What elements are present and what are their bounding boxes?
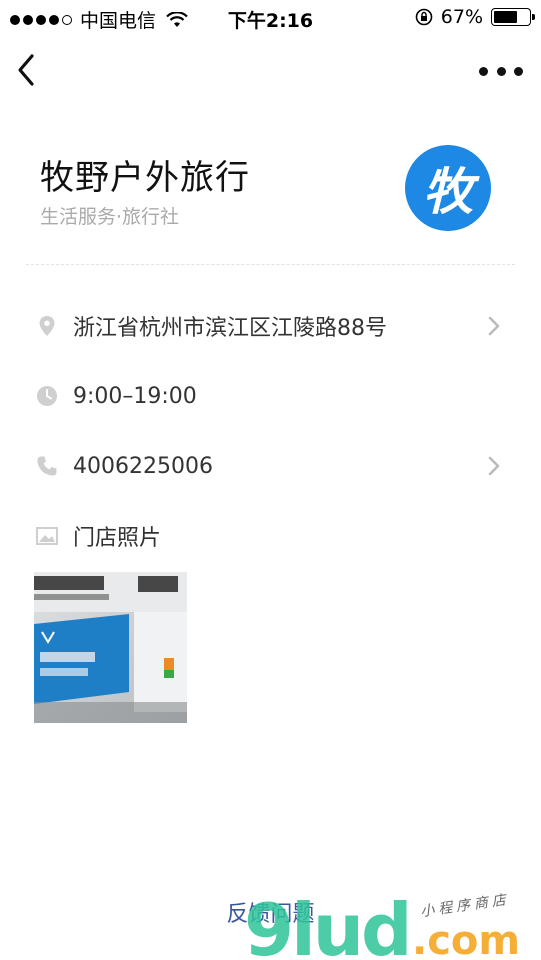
phone-row[interactable]: 4006225006 (0, 441, 541, 491)
battery-fill (494, 11, 517, 23)
clock-icon (37, 386, 57, 406)
battery-percent: 67% (440, 6, 483, 28)
photos-label: 门店照片 (73, 526, 162, 551)
nav-bar (0, 36, 541, 106)
watermark-domain: .com (412, 918, 521, 960)
location-pin-icon (39, 316, 55, 336)
status-right: 67% (415, 6, 535, 28)
shop-category: 生活服务·旅行社 (40, 206, 180, 228)
chevron-right-icon (488, 316, 500, 336)
phone-text: 4006225006 (73, 453, 213, 479)
photos-row: 门店照片 (0, 511, 541, 561)
address-row[interactable]: 浙江省杭州市滨江区江陵路88号 (0, 301, 541, 351)
status-bar: 中国电信 下午2:16 67% (0, 0, 541, 36)
hours-row: 9:00–19:00 (0, 371, 541, 421)
back-button[interactable] (12, 52, 44, 88)
more-button[interactable] (479, 64, 523, 78)
hours-text: 9:00–19:00 (73, 383, 197, 409)
image-icon (36, 527, 58, 545)
logo-char: 牧 (423, 163, 473, 221)
divider (26, 264, 515, 265)
shop-name: 牧野户外旅行 (40, 158, 250, 198)
shop-logo: 牧 (405, 145, 491, 231)
chevron-left-icon (18, 54, 34, 86)
more-dots-icon (479, 66, 488, 76)
store-photo[interactable] (34, 572, 187, 723)
rotation-lock-icon (415, 8, 433, 26)
store-photo-image (34, 572, 187, 723)
battery-icon (491, 8, 535, 26)
phone-icon (37, 456, 57, 476)
address-text: 浙江省杭州市滨江区江陵路88号 (73, 316, 387, 341)
chevron-right-icon (488, 456, 500, 476)
watermark-brand: 9lud (244, 888, 413, 960)
